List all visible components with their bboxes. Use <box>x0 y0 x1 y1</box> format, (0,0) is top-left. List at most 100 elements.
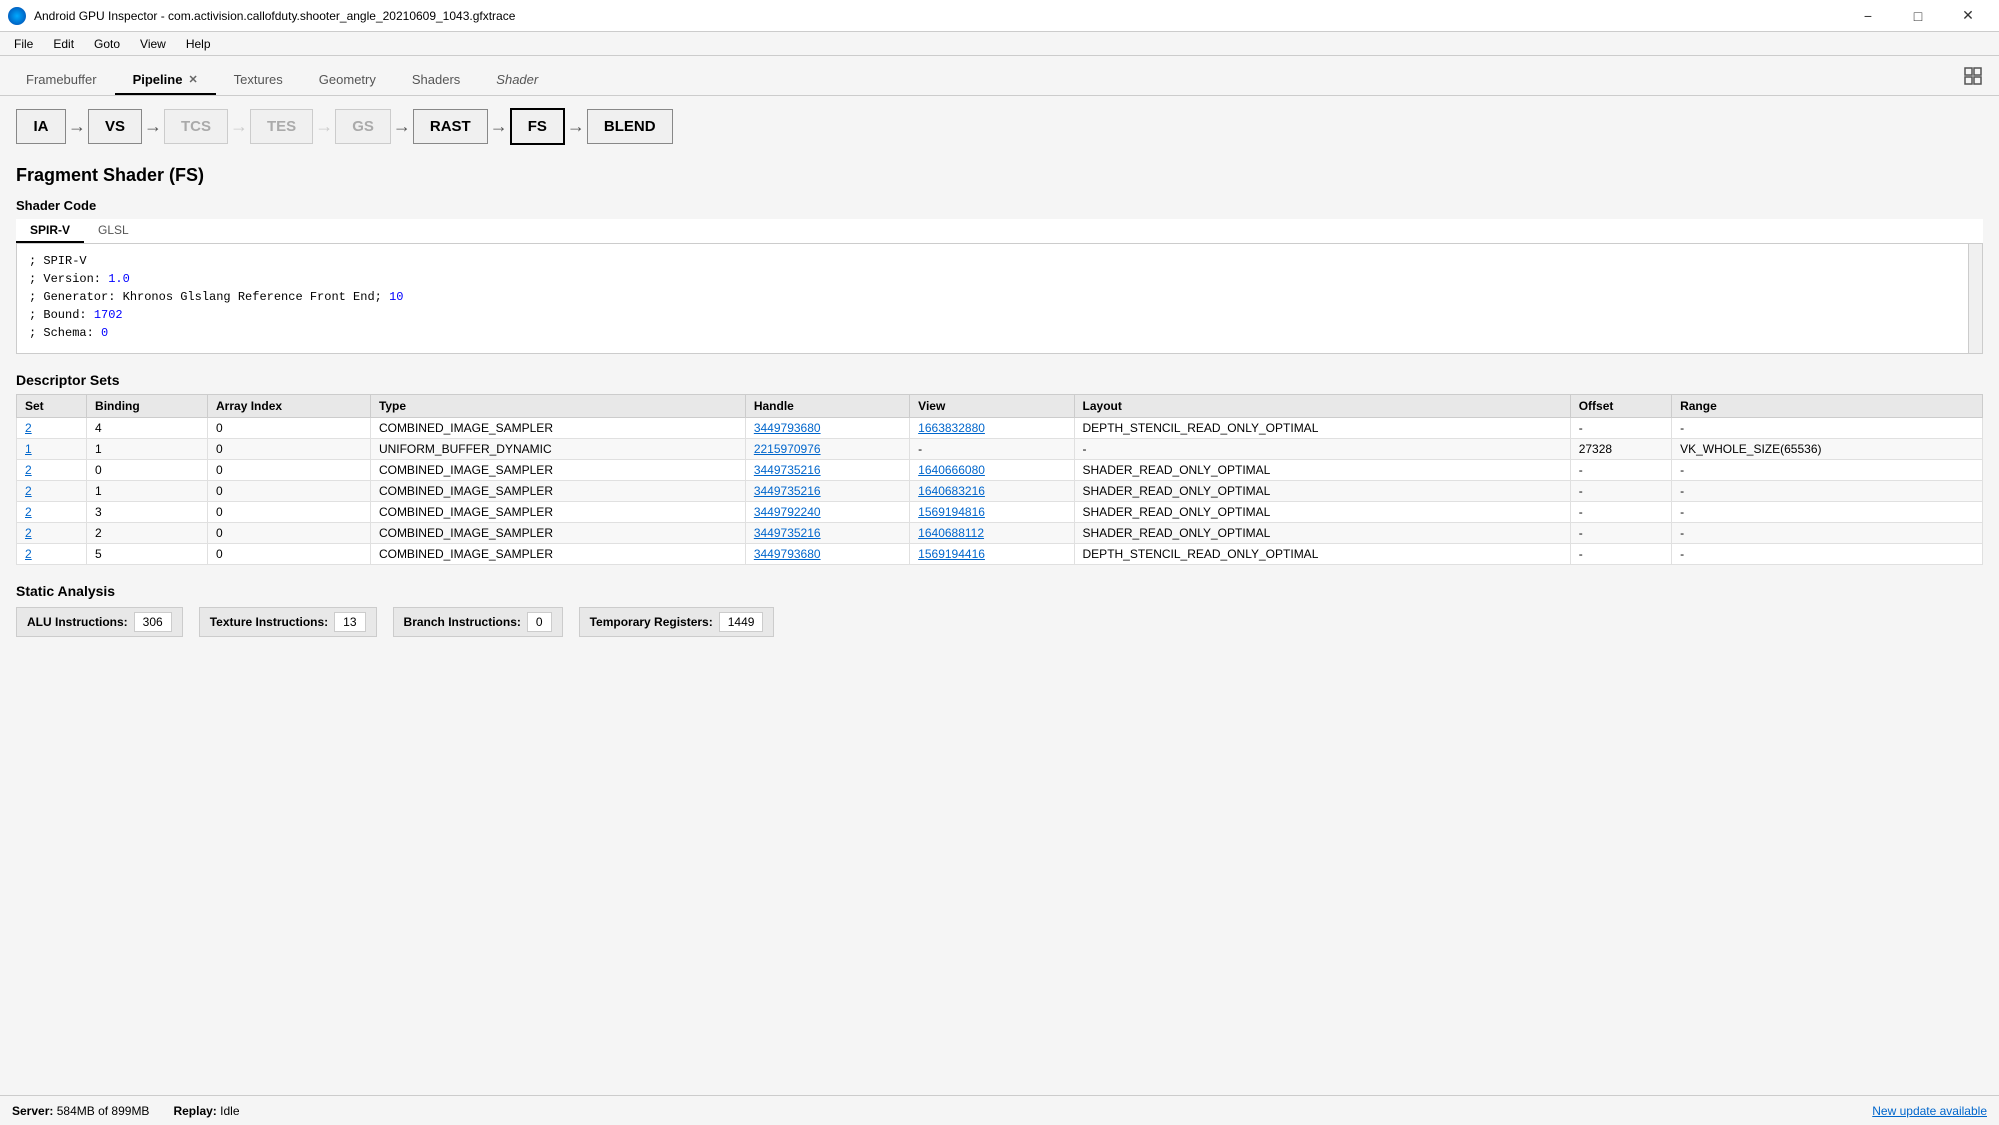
table-row: 250COMBINED_IMAGE_SAMPLER344979368015691… <box>17 544 1983 565</box>
title-bar-left: Android GPU Inspector - com.activision.c… <box>8 7 515 25</box>
stat-texture: Texture Instructions: 13 <box>199 607 377 637</box>
title-bar: Android GPU Inspector - com.activision.c… <box>0 0 1999 32</box>
server-value: 584MB of 899MB <box>57 1104 150 1118</box>
arrow-gs-rast: → <box>393 116 411 137</box>
col-type: Type <box>370 395 745 418</box>
descriptor-sets-section: Descriptor Sets Set Binding Array Index … <box>16 372 1983 565</box>
stage-fs[interactable]: FS <box>510 108 565 145</box>
static-analysis-title: Static Analysis <box>16 583 1983 599</box>
set-link[interactable]: 1 <box>25 442 32 456</box>
code-scrollbar[interactable] <box>1968 244 1982 353</box>
stat-alu: ALU Instructions: 306 <box>16 607 183 637</box>
tab-pipeline-close[interactable]: ✕ <box>188 73 197 86</box>
view-link[interactable]: 1569194416 <box>918 547 985 561</box>
minimize-button[interactable]: − <box>1845 0 1891 32</box>
code-line-3: ; Generator: Khronos Glslang Reference F… <box>29 288 1970 306</box>
tab-framebuffer[interactable]: Framebuffer <box>8 66 115 95</box>
view-link[interactable]: 1663832880 <box>918 421 985 435</box>
view-link[interactable]: 1569194816 <box>918 505 985 519</box>
handle-link[interactable]: 3449735216 <box>754 484 821 498</box>
arrow-tes-gs: → <box>315 116 333 137</box>
pipeline-stages: IA → VS → TCS → TES → GS → RAST → FS → B… <box>16 108 1983 145</box>
set-link[interactable]: 2 <box>25 463 32 477</box>
code-tabs: SPIR-V GLSL <box>16 219 1983 244</box>
stage-tes[interactable]: TES <box>250 109 313 144</box>
handle-link[interactable]: 2215970976 <box>754 442 821 456</box>
server-status: Server: 584MB of 899MB <box>12 1104 149 1118</box>
handle-link[interactable]: 3449792240 <box>754 505 821 519</box>
tab-shaders-label: Shaders <box>412 72 460 87</box>
expand-button[interactable] <box>1955 62 1991 95</box>
tab-pipeline[interactable]: Pipeline ✕ <box>115 66 216 95</box>
shader-code-label: Shader Code <box>16 198 1983 213</box>
tab-geometry[interactable]: Geometry <box>301 66 394 95</box>
maximize-button[interactable]: □ <box>1895 0 1941 32</box>
code-line-1: ; SPIR-V <box>29 252 1970 270</box>
replay-status: Replay: Idle <box>173 1104 239 1118</box>
stat-alu-value: 306 <box>134 612 172 632</box>
stat-temp-reg: Temporary Registers: 1449 <box>579 607 775 637</box>
arrow-vs-tcs: → <box>144 116 162 137</box>
stage-gs[interactable]: GS <box>335 109 391 144</box>
set-link[interactable]: 2 <box>25 547 32 561</box>
col-array-index: Array Index <box>208 395 371 418</box>
static-analysis-section: Static Analysis ALU Instructions: 306 Te… <box>16 583 1983 637</box>
arrow-fs-blend: → <box>567 116 585 137</box>
handle-link[interactable]: 3449735216 <box>754 526 821 540</box>
stage-blend[interactable]: BLEND <box>587 109 673 144</box>
tab-textures-label: Textures <box>234 72 283 87</box>
app-icon <box>8 7 26 25</box>
col-range: Range <box>1672 395 1983 418</box>
code-tab-spirv[interactable]: SPIR-V <box>16 219 84 243</box>
code-area[interactable]: ; SPIR-V ; Version: 1.0 ; Generator: Khr… <box>16 244 1983 354</box>
col-set: Set <box>17 395 87 418</box>
status-bar: Server: 584MB of 899MB Replay: Idle New … <box>0 1095 1999 1125</box>
close-button[interactable]: ✕ <box>1945 0 1991 32</box>
view-link[interactable]: 1640683216 <box>918 484 985 498</box>
stage-tcs[interactable]: TCS <box>164 109 228 144</box>
table-row: 210COMBINED_IMAGE_SAMPLER344973521616406… <box>17 481 1983 502</box>
table-row: 110UNIFORM_BUFFER_DYNAMIC2215970976--273… <box>17 439 1983 460</box>
fragment-shader-title: Fragment Shader (FS) <box>16 165 1983 186</box>
menu-help[interactable]: Help <box>176 35 221 53</box>
table-row: 230COMBINED_IMAGE_SAMPLER344979224015691… <box>17 502 1983 523</box>
stage-ia[interactable]: IA <box>16 109 66 144</box>
descriptor-sets-table: Set Binding Array Index Type Handle View… <box>16 394 1983 565</box>
tab-textures[interactable]: Textures <box>216 66 301 95</box>
set-link[interactable]: 2 <box>25 421 32 435</box>
stage-rast[interactable]: RAST <box>413 109 488 144</box>
code-line-4: ; Bound: 1702 <box>29 306 1970 324</box>
menu-view[interactable]: View <box>130 35 176 53</box>
arrow-tcs-tes: → <box>230 116 248 137</box>
tab-shader[interactable]: Shader <box>478 66 556 95</box>
code-tab-glsl[interactable]: GLSL <box>84 219 143 243</box>
tab-geometry-label: Geometry <box>319 72 376 87</box>
stat-branch: Branch Instructions: 0 <box>393 607 563 637</box>
menu-bar: File Edit Goto View Help <box>0 32 1999 56</box>
tabs: Framebuffer Pipeline ✕ Textures Geometry… <box>8 66 556 95</box>
tab-shaders[interactable]: Shaders <box>394 66 478 95</box>
view-link[interactable]: 1640666080 <box>918 463 985 477</box>
handle-link[interactable]: 3449735216 <box>754 463 821 477</box>
set-link[interactable]: 2 <box>25 484 32 498</box>
update-link[interactable]: New update available <box>1872 1104 1987 1118</box>
col-offset: Offset <box>1570 395 1671 418</box>
stat-temp-reg-value: 1449 <box>719 612 764 632</box>
menu-goto[interactable]: Goto <box>84 35 130 53</box>
arrow-rast-fs: → <box>490 116 508 137</box>
set-link[interactable]: 2 <box>25 505 32 519</box>
stat-texture-value: 13 <box>334 612 365 632</box>
menu-edit[interactable]: Edit <box>43 35 84 53</box>
menu-file[interactable]: File <box>4 35 43 53</box>
set-link[interactable]: 2 <box>25 526 32 540</box>
tab-framebuffer-label: Framebuffer <box>26 72 97 87</box>
stats-row: ALU Instructions: 306 Texture Instructio… <box>16 607 1983 637</box>
handle-link[interactable]: 3449793680 <box>754 547 821 561</box>
handle-link[interactable]: 3449793680 <box>754 421 821 435</box>
stat-branch-value: 0 <box>527 612 552 632</box>
table-row: 240COMBINED_IMAGE_SAMPLER344979368016638… <box>17 418 1983 439</box>
arrow-ia-vs: → <box>68 116 86 137</box>
status-left: Server: 584MB of 899MB Replay: Idle <box>12 1104 240 1118</box>
view-link[interactable]: 1640688112 <box>918 526 984 540</box>
stage-vs[interactable]: VS <box>88 109 142 144</box>
